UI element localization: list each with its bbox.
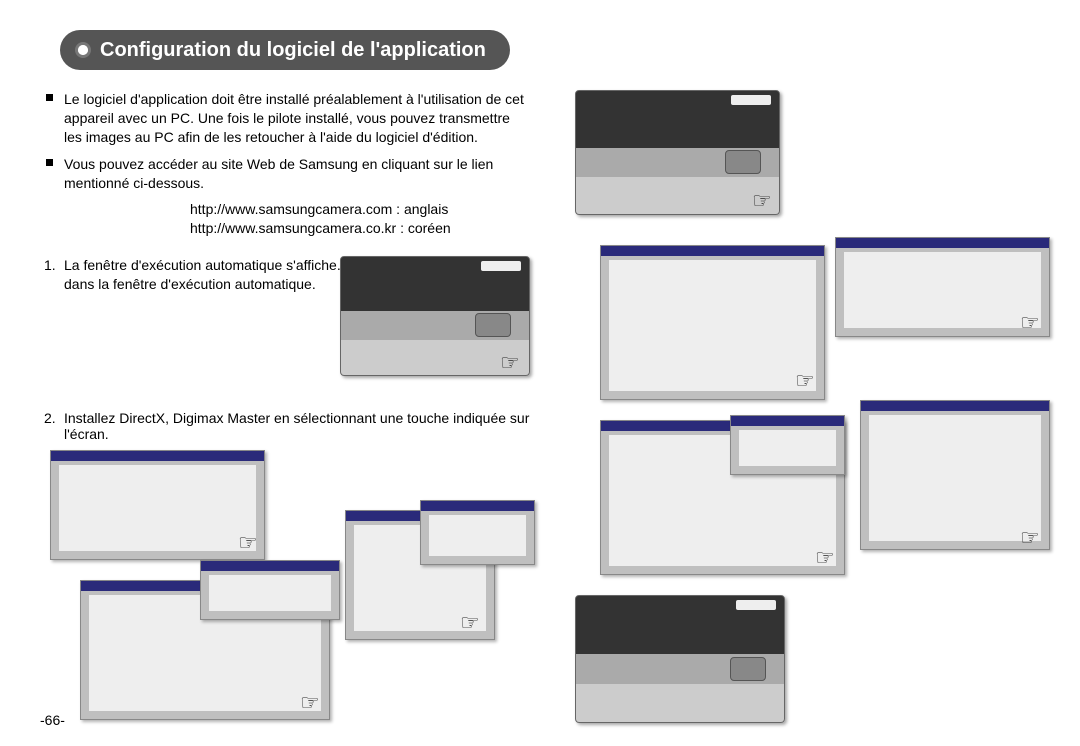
screenshot-dialog — [200, 560, 340, 620]
title-text: Configuration du logiciel de l'applicati… — [100, 39, 486, 62]
screenshot-installer-bottom — [575, 595, 785, 723]
bullet-1-text: Le logiciel d'application doit être inst… — [64, 91, 524, 145]
links-block: http://www.samsungcamera.com : anglais h… — [40, 200, 530, 238]
step-2-wrap: 2. Installez DirectX, Digimax Master en … — [40, 410, 530, 442]
screenshot-autorun — [340, 256, 530, 376]
screenshot-dialog — [50, 450, 265, 560]
screenshot-dialog — [600, 245, 825, 400]
page-number: -66- — [40, 712, 65, 728]
bullet-1: Le logiciel d'application doit être inst… — [40, 90, 530, 147]
link-kr: http://www.samsungcamera.co.kr : coréen — [190, 219, 530, 238]
step-2-number: 2. — [44, 410, 56, 426]
square-bullet-icon — [46, 159, 53, 166]
page-title: Configuration du logiciel de l'applicati… — [60, 30, 510, 70]
screenshot-dialog — [835, 237, 1050, 337]
screenshot-installer-top — [575, 90, 780, 215]
link-en: http://www.samsungcamera.com : anglais — [190, 200, 530, 219]
step-2-text: Installez DirectX, Digimax Master en sél… — [64, 410, 529, 442]
title-dot-icon — [78, 45, 88, 55]
screenshot-dialog — [420, 500, 535, 565]
bullet-2-text: Vous pouvez accéder au site Web de Samsu… — [64, 156, 493, 191]
step-2: 2. Installez DirectX, Digimax Master en … — [40, 410, 530, 442]
screenshot-dialog — [860, 400, 1050, 550]
square-bullet-icon — [46, 94, 53, 101]
step-1-number: 1. — [44, 256, 56, 275]
screenshot-dialog — [730, 415, 845, 475]
bullet-2: Vous pouvez accéder au site Web de Samsu… — [40, 155, 530, 193]
